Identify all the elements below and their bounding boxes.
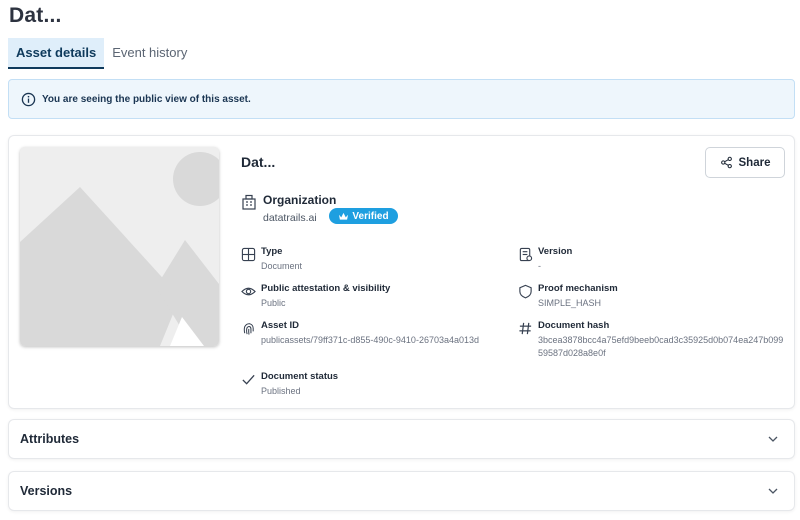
- field-label: Public attestation & visibility: [261, 283, 391, 294]
- eye-icon: [241, 287, 256, 296]
- banner-text: You are seeing the public view of this a…: [42, 93, 251, 105]
- field-label: Type: [261, 246, 283, 257]
- field-label: Version: [538, 246, 573, 257]
- share-label: Share: [738, 156, 771, 169]
- asset-details-card: Dat... Share Organization datatrails.ai …: [8, 135, 795, 409]
- field-value[interactable]: 3bcea3878bcc4a75efd9beeb0cad3c35925d0b07…: [538, 334, 788, 360]
- tab-bar: Asset details Event history: [8, 38, 195, 69]
- building-icon: [242, 194, 256, 210]
- grid-icon: [241, 247, 256, 262]
- verified-badge: Verified: [329, 208, 398, 224]
- asset-title: Dat...: [241, 154, 276, 170]
- field-label: Document status: [261, 371, 339, 382]
- share-button[interactable]: Share: [705, 147, 785, 178]
- field-document-hash: Document hash 3bcea3878bcc4a75efd9beeb0c…: [518, 320, 788, 362]
- section-label: Versions: [20, 484, 73, 498]
- field-value: Published: [261, 386, 301, 396]
- field-value: Document: [261, 261, 303, 271]
- field-label: Document hash: [538, 320, 610, 331]
- fingerprint-icon: [243, 323, 254, 335]
- field-label: Proof mechanism: [538, 283, 618, 294]
- field-value: SIMPLE_HASH: [538, 298, 602, 308]
- field-version: Version -: [518, 246, 778, 274]
- section-label: Attributes: [20, 432, 80, 446]
- verified-label: Verified: [352, 210, 389, 222]
- field-document-status: Document status Published: [241, 371, 501, 399]
- field-visibility: Public attestation & visibility Public: [241, 283, 501, 311]
- shield-icon: [519, 284, 532, 299]
- field-label: Asset ID: [261, 320, 300, 331]
- chevron-down-icon: [768, 488, 778, 494]
- organization-label: Organization: [263, 193, 337, 207]
- versions-section[interactable]: Versions: [8, 471, 795, 511]
- chevron-down-icon: [768, 436, 778, 442]
- public-view-banner: You are seeing the public view of this a…: [8, 79, 795, 119]
- field-value[interactable]: publicassets/79ff371c-d855-490c-9410-267…: [261, 334, 511, 347]
- crown-icon: [339, 212, 349, 220]
- document-version-icon: [519, 247, 533, 262]
- field-type: Type Document: [241, 246, 501, 274]
- attributes-section[interactable]: Attributes: [8, 419, 795, 459]
- tab-event-history[interactable]: Event history: [104, 38, 195, 69]
- field-value: -: [538, 261, 541, 271]
- organization-name: datatrails.ai: [263, 212, 317, 224]
- field-proof-mechanism: Proof mechanism SIMPLE_HASH: [518, 283, 778, 311]
- field-asset-id: Asset ID publicassets/79ff371c-d855-490c…: [241, 320, 511, 362]
- hash-icon: [519, 322, 532, 335]
- page-title: Dat...: [9, 4, 62, 27]
- field-value: Public: [261, 298, 286, 308]
- tab-asset-details[interactable]: Asset details: [8, 38, 105, 69]
- share-icon: [720, 156, 732, 169]
- info-icon: [21, 92, 36, 107]
- check-icon: [242, 374, 255, 385]
- asset-image-placeholder: [20, 147, 219, 346]
